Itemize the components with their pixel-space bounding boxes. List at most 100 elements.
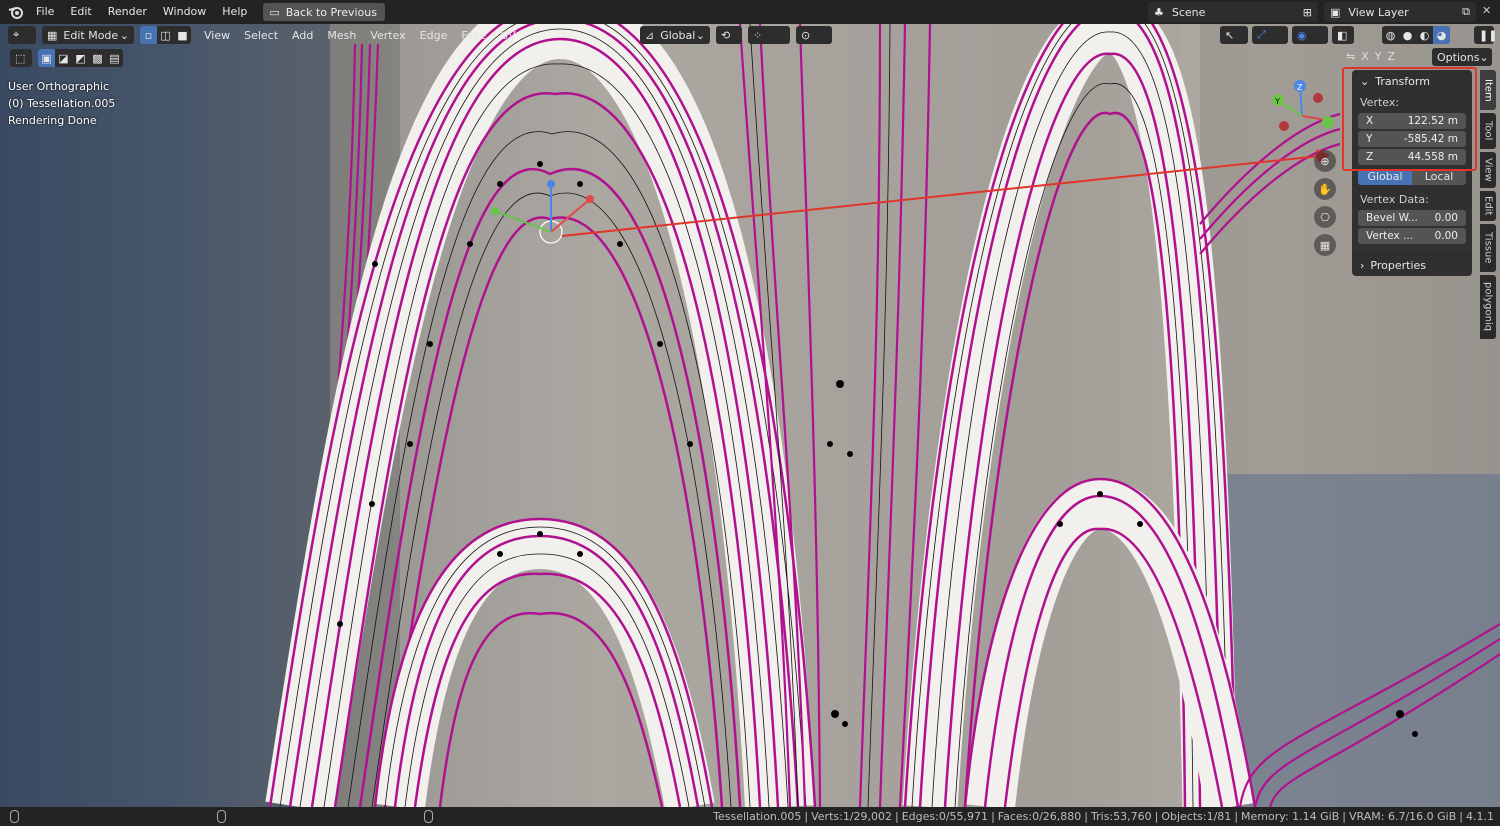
menu-edit[interactable]: Edit (62, 2, 99, 22)
new-layer-icon[interactable]: ⧉ (1462, 5, 1470, 19)
subtract-selection-icon[interactable]: ◩ (72, 49, 89, 67)
orientation-label: Global (660, 28, 696, 42)
mouse-left-icon (10, 810, 19, 823)
xray-icon: ◧ (1337, 28, 1348, 42)
editor-type-button[interactable]: ⌖ (8, 26, 36, 44)
pivot-button[interactable]: ⟲ (716, 26, 742, 44)
menu-render[interactable]: Render (100, 2, 155, 22)
hand-icon: ✋ (1318, 182, 1332, 196)
axis-z-toggle[interactable]: Z (1388, 50, 1396, 63)
vertex-select-icon[interactable]: ▫ (140, 26, 157, 44)
ortho-toggle-button[interactable]: ▦ (1314, 234, 1336, 256)
bevel-weight-field[interactable]: Bevel W... 0.00 (1358, 210, 1466, 226)
scene-icon: ♣ (1154, 5, 1164, 19)
coordinate-space-toggle[interactable]: Global Local (1358, 169, 1466, 185)
options-dropdown[interactable]: Options ⌄ (1432, 48, 1492, 66)
pan-button[interactable]: ✋ (1314, 178, 1336, 200)
edge-select-icon[interactable]: ◫ (157, 26, 174, 44)
status-object: Tessellation.005 (713, 810, 802, 823)
solid-icon[interactable]: ● (1399, 26, 1416, 44)
navigation-gizmo[interactable]: Z Y (1266, 80, 1338, 152)
overlays-toggle[interactable]: ◉ (1292, 26, 1328, 44)
rendered-icon[interactable]: ◕ (1433, 26, 1450, 44)
menu-window[interactable]: Window (155, 2, 214, 22)
scene-selector[interactable]: ♣ Scene ⊞ (1148, 2, 1318, 22)
header-menu-uv[interactable]: UV (493, 29, 523, 42)
pause-render-button[interactable]: ❚❚ (1474, 26, 1497, 44)
viewport-info: User Orthographic (0) Tessellation.005 R… (8, 78, 115, 129)
view-layer-selector[interactable]: ▣ View Layer ⧉ (1324, 2, 1476, 22)
sidebar-tabs: Item Tool View Edit Tissue polygoniq (1480, 70, 1498, 342)
scene-name: Scene (1171, 5, 1206, 19)
header-menu-edge[interactable]: Edge (413, 29, 455, 42)
header-menu-mesh[interactable]: Mesh (320, 29, 363, 42)
select-mode-toggle[interactable]: ▫ ◫ ■ (140, 26, 191, 44)
back-to-previous-label: Back to Previous (285, 5, 377, 19)
orientation-icon: ⊿ (645, 28, 655, 42)
shading-mode-toggle[interactable]: ◍ ● ◐ ◕ (1382, 26, 1450, 44)
mode-selector[interactable]: ▦ Edit Mode ⌄ (42, 26, 134, 44)
global-toggle[interactable]: Global (1358, 169, 1412, 185)
back-to-previous-button[interactable]: ▭ Back to Previous (263, 3, 385, 21)
set-selection-icon[interactable]: ▣ (38, 49, 55, 67)
blender-logo-icon[interactable] (4, 0, 28, 24)
orientation-selector[interactable]: ⊿ Global ⌄ (640, 26, 710, 44)
select-box-icon: ⬚ (15, 51, 26, 65)
vertex-crease-field[interactable]: Vertex ... 0.00 (1358, 228, 1466, 244)
invert-selection-icon[interactable]: ▤ (106, 49, 123, 67)
properties-panel-header[interactable]: › Properties (1352, 254, 1472, 276)
header-menu-select[interactable]: Select (237, 29, 285, 42)
tab-view[interactable]: View (1480, 152, 1496, 188)
header-menu-view[interactable]: View (197, 29, 237, 42)
tab-polygoniq[interactable]: polygoniq (1480, 275, 1496, 339)
status-objects: Objects:1/81 (1161, 810, 1232, 823)
axis-x-toggle[interactable]: X (1361, 50, 1369, 63)
mirror-icon: ⇋ (1346, 50, 1356, 63)
svg-text:Z: Z (1297, 83, 1303, 92)
tab-tissue[interactable]: Tissue (1480, 224, 1496, 272)
chevron-down-icon: ⌄ (119, 28, 129, 42)
menu-file[interactable]: File (28, 2, 62, 22)
pivot-icon: ⟲ (721, 28, 731, 42)
header-menu-face[interactable]: Face (454, 29, 493, 42)
material-icon[interactable]: ◐ (1416, 26, 1433, 44)
crease-value: 0.00 (1434, 230, 1458, 242)
tab-edit[interactable]: Edit (1480, 191, 1496, 221)
snap-button[interactable]: ⁘ (748, 26, 790, 44)
camera-view-button[interactable]: ⎔ (1314, 206, 1336, 228)
select-tool-button[interactable]: ↖ (1220, 26, 1248, 44)
status-version: 4.1.1 (1466, 810, 1494, 823)
intersect-selection-icon[interactable]: ▩ (89, 49, 106, 67)
top-menu-bar: File Edit Render Window Help ▭ Back to P… (0, 0, 1500, 24)
status-verts: Verts:1/29,002 (811, 810, 893, 823)
viewport-header: ⌖ ▦ Edit Mode ⌄ ▫ ◫ ■ View Select Add Me… (0, 24, 1500, 46)
extend-selection-icon[interactable]: ◪ (55, 49, 72, 67)
tab-tool[interactable]: Tool (1480, 113, 1496, 149)
chevron-down-icon: ⌄ (1479, 50, 1489, 64)
close-layer-icon[interactable]: ✕ (1482, 4, 1491, 17)
snap-icon: ⁘ (753, 28, 763, 42)
selection-mode-toggle[interactable]: ▣ ◪ ◩ ▩ ▤ (38, 49, 123, 67)
proportional-edit-button[interactable]: ⊙ (796, 26, 832, 44)
menu-help[interactable]: Help (214, 2, 255, 22)
gizmo-toggle[interactable]: ⤢ (1252, 26, 1288, 44)
select-box-tool[interactable]: ⬚ (10, 49, 32, 67)
header-menu-vertex[interactable]: Vertex (363, 29, 412, 42)
active-object: (0) Tessellation.005 (8, 97, 116, 110)
local-toggle[interactable]: Local (1412, 169, 1466, 185)
pin-icon[interactable]: ⊞ (1303, 6, 1312, 19)
render-status: Rendering Done (8, 114, 97, 127)
axis-y-toggle[interactable]: Y (1375, 50, 1382, 63)
view-layer-icon: ▣ (1330, 5, 1341, 19)
proportional-icon: ⊙ (801, 28, 811, 42)
tab-item[interactable]: Item (1480, 70, 1496, 110)
face-select-icon[interactable]: ■ (174, 26, 191, 44)
bevel-label: Bevel W... (1366, 212, 1418, 224)
chevron-down-icon: ⌄ (695, 28, 705, 42)
edit-mode-icon: ▦ (47, 28, 58, 42)
zoom-button[interactable]: ⊕ (1314, 150, 1336, 172)
xray-toggle[interactable]: ◧ (1332, 26, 1354, 44)
status-vram: VRAM: 6.7/16.0 GiB (1349, 810, 1457, 823)
header-menu-add[interactable]: Add (285, 29, 320, 42)
wireframe-icon[interactable]: ◍ (1382, 26, 1399, 44)
